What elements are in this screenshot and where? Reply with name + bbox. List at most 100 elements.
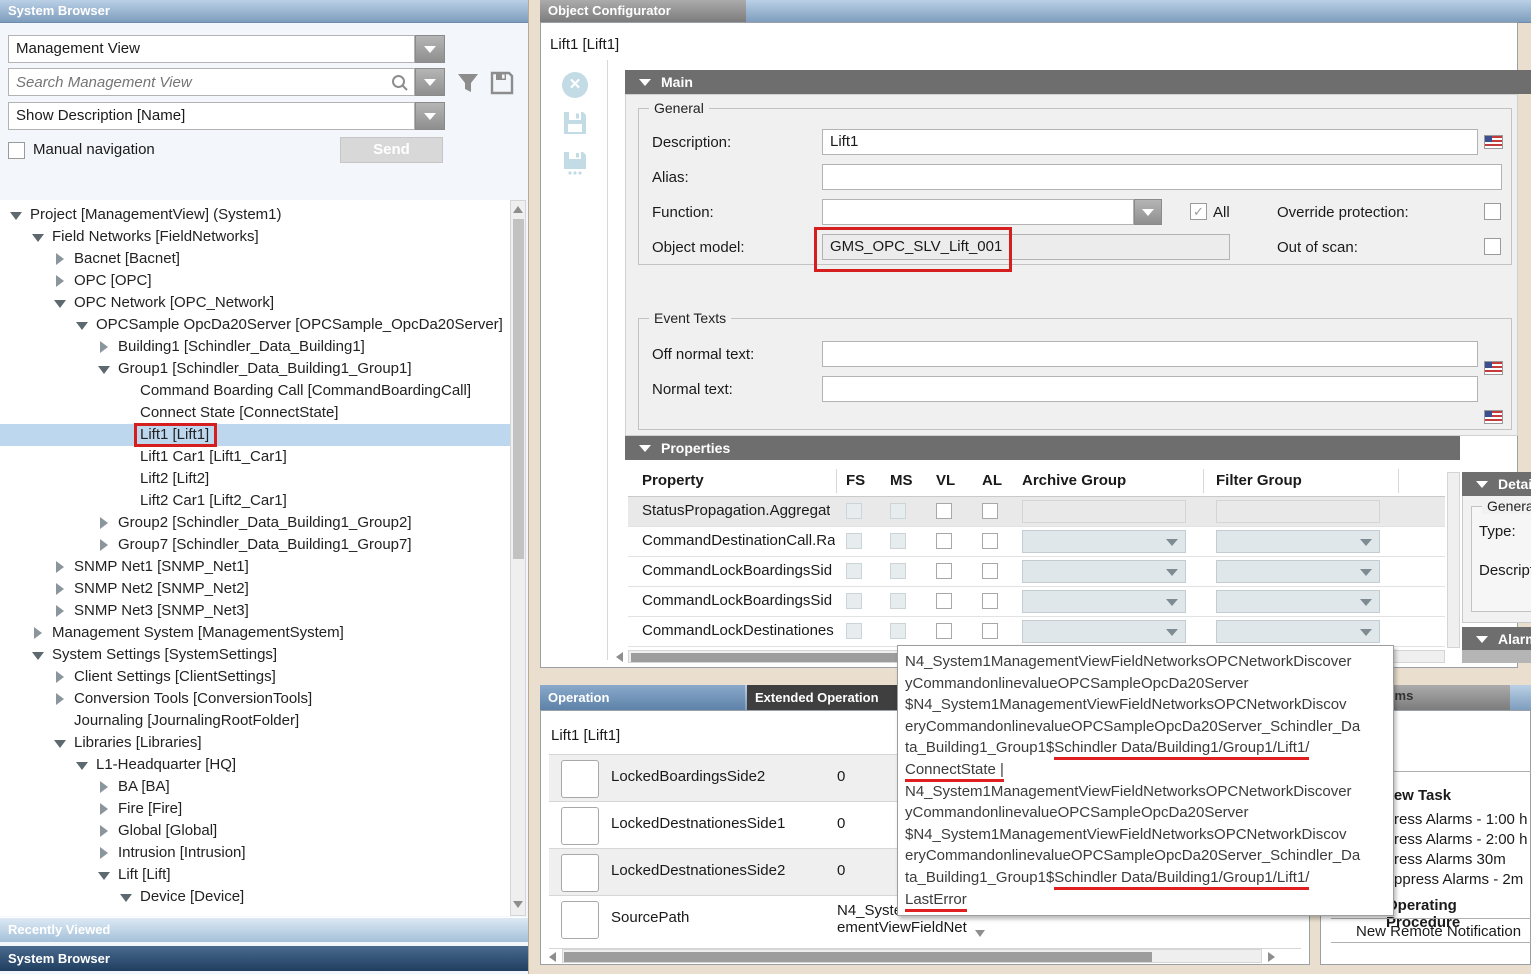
tree-item[interactable]: Lift1 Car1 [Lift1_Car1]: [0, 446, 510, 468]
collapse-arrow-icon[interactable]: [76, 759, 88, 771]
operation-scroll-left-icon[interactable]: [549, 952, 556, 962]
tree-item[interactable]: OPC [OPC]: [0, 270, 510, 292]
vl-checkbox[interactable]: [936, 503, 952, 519]
expand-arrow-icon[interactable]: [54, 561, 66, 573]
save-icon[interactable]: [562, 110, 588, 136]
filter-icon[interactable]: [455, 70, 481, 96]
override-protection-checkbox[interactable]: [1484, 203, 1501, 220]
normal-text-field[interactable]: [822, 376, 1478, 402]
archive-group-combo[interactable]: [1022, 530, 1186, 553]
collapse-arrow-icon[interactable]: [98, 869, 110, 881]
description-mode-dropdown-button[interactable]: [415, 102, 445, 130]
operation-command-button[interactable]: [561, 901, 599, 939]
fs-checkbox[interactable]: [846, 533, 862, 549]
filter-group-combo[interactable]: [1216, 620, 1380, 643]
expand-arrow-icon[interactable]: [98, 539, 110, 551]
out-of-scan-checkbox[interactable]: [1484, 238, 1501, 255]
recently-viewed-bar[interactable]: Recently Viewed: [0, 917, 528, 942]
search-input[interactable]: [9, 69, 379, 95]
expand-arrow-icon[interactable]: [32, 627, 44, 639]
ms-checkbox[interactable]: [890, 563, 906, 579]
vl-checkbox[interactable]: [936, 563, 952, 579]
tree-item[interactable]: Intrusion [Intrusion]: [0, 842, 510, 864]
tree-item[interactable]: BA [BA]: [0, 776, 510, 798]
tree-item[interactable]: SNMP Net2 [SNMP_Net2]: [0, 578, 510, 600]
function-dropdown[interactable]: [822, 199, 1134, 225]
ms-checkbox[interactable]: [890, 593, 906, 609]
search-icon[interactable]: [390, 73, 410, 93]
alarm-section-header[interactable]: Alarm: [1462, 627, 1531, 651]
ms-checkbox[interactable]: [890, 503, 906, 519]
expand-arrow-icon[interactable]: [98, 825, 110, 837]
properties-scroll-left-icon[interactable]: [616, 652, 623, 662]
expand-arrow-icon[interactable]: [54, 605, 66, 617]
properties-section-header[interactable]: Properties: [625, 436, 1460, 460]
al-checkbox[interactable]: [982, 503, 998, 519]
collapse-arrow-icon[interactable]: [98, 363, 110, 375]
search-options-button[interactable]: [415, 68, 445, 96]
tree-item[interactable]: L1-Headquarter [HQ]: [0, 754, 510, 776]
tree-item[interactable]: Fire [Fire]: [0, 798, 510, 820]
ms-checkbox[interactable]: [890, 623, 906, 639]
filter-group-combo[interactable]: [1216, 500, 1380, 523]
new-remote-notification-item[interactable]: New Remote Notification: [1356, 923, 1521, 940]
collapse-arrow-icon[interactable]: [120, 891, 132, 903]
collapse-arrow-icon[interactable]: [54, 297, 66, 309]
tree-item[interactable]: SNMP Net1 [SNMP_Net1]: [0, 556, 510, 578]
tree-item[interactable]: Client Settings [ClientSettings]: [0, 666, 510, 688]
off-normal-flag-icon[interactable]: [1484, 361, 1503, 375]
system-browser-bottom-bar[interactable]: System Browser: [0, 946, 528, 971]
tree-item[interactable]: Device [Device]: [0, 886, 510, 908]
function-dropdown-button[interactable]: [1134, 199, 1162, 225]
archive-group-combo[interactable]: [1022, 500, 1186, 523]
fs-checkbox[interactable]: [846, 623, 862, 639]
tree-item[interactable]: Lift [Lift]: [0, 864, 510, 886]
filter-group-combo[interactable]: [1216, 590, 1380, 613]
expand-arrow-icon[interactable]: [54, 253, 66, 265]
collapse-arrow-icon[interactable]: [54, 737, 66, 749]
al-checkbox[interactable]: [982, 623, 998, 639]
vl-checkbox[interactable]: [936, 533, 952, 549]
expand-arrow-icon[interactable]: [54, 671, 66, 683]
ms-checkbox[interactable]: [890, 533, 906, 549]
filter-group-combo[interactable]: [1216, 530, 1380, 553]
al-checkbox[interactable]: [982, 563, 998, 579]
collapse-arrow-icon[interactable]: [10, 209, 22, 221]
vl-checkbox[interactable]: [936, 623, 952, 639]
operation-tab[interactable]: Operation: [540, 685, 745, 710]
tree-item[interactable]: System Settings [SystemSettings]: [0, 644, 510, 666]
expand-arrow-icon[interactable]: [54, 583, 66, 595]
object-configurator-tab[interactable]: Object Configurator: [540, 0, 746, 22]
expand-arrow-icon[interactable]: [98, 803, 110, 815]
properties-vscrollbar[interactable]: [1447, 472, 1460, 648]
tree-item[interactable]: Lift2 [Lift2]: [0, 468, 510, 490]
filter-group-combo[interactable]: [1216, 560, 1380, 583]
tree-item[interactable]: Group2 [Schindler_Data_Building1_Group2]: [0, 512, 510, 534]
tree-item[interactable]: OPCSample OpcDa20Server [OPCSample_OpcDa…: [0, 314, 510, 336]
archive-group-combo[interactable]: [1022, 560, 1186, 583]
tree-item[interactable]: SNMP Net3 [SNMP_Net3]: [0, 600, 510, 622]
tree-item[interactable]: Global [Global]: [0, 820, 510, 842]
view-dropdown[interactable]: Management View: [8, 35, 415, 63]
tree-item[interactable]: Lift2 Car1 [Lift2_Car1]: [0, 490, 510, 512]
send-button[interactable]: Send: [340, 137, 443, 163]
tree-item[interactable]: Libraries [Libraries]: [0, 732, 510, 754]
all-checkbox[interactable]: ✓: [1190, 203, 1207, 220]
normal-flag-icon[interactable]: [1484, 410, 1503, 424]
tree-scrollbar[interactable]: [510, 200, 526, 916]
save-as-icon[interactable]: [562, 150, 588, 176]
alias-field[interactable]: [822, 164, 1502, 190]
tree-item[interactable]: OPC Network [OPC_Network]: [0, 292, 510, 314]
view-dropdown-button[interactable]: [415, 35, 445, 63]
expand-arrow-icon[interactable]: [54, 275, 66, 287]
tree-item[interactable]: Field Networks [FieldNetworks]: [0, 226, 510, 248]
tree-item[interactable]: Group7 [Schindler_Data_Building1_Group7]: [0, 534, 510, 556]
al-checkbox[interactable]: [982, 593, 998, 609]
operation-command-button[interactable]: [561, 807, 599, 845]
vl-checkbox[interactable]: [936, 593, 952, 609]
expand-arrow-icon[interactable]: [98, 341, 110, 353]
archive-group-combo[interactable]: [1022, 620, 1186, 643]
save-filter-icon[interactable]: [489, 70, 515, 96]
tree-item[interactable]: Connect State [ConnectState]: [0, 402, 510, 424]
operation-scroll-right-icon[interactable]: [1268, 952, 1275, 962]
